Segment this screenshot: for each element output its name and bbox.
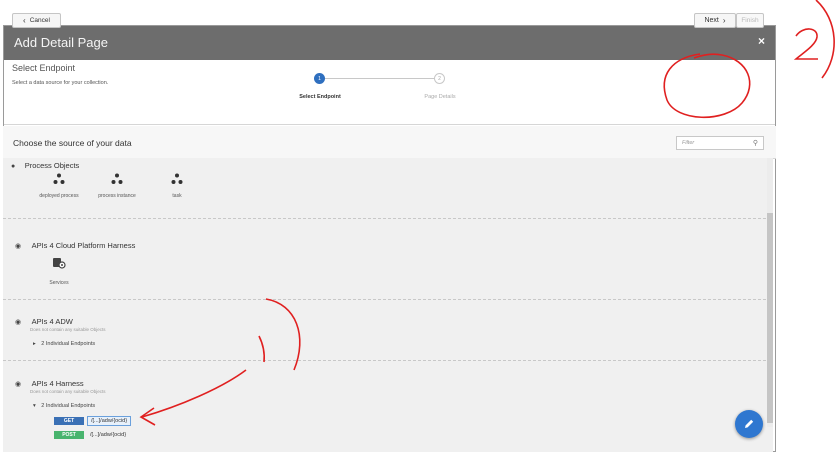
- process-icon: [171, 173, 183, 184]
- section-divider: [3, 360, 771, 361]
- method-badge-post: POST: [54, 431, 84, 439]
- section-title: APIs 4 Harness: [31, 379, 84, 388]
- dialog-titlebar: Add Detail Page ×: [4, 26, 775, 60]
- expand-arrow-icon[interactable]: ▸: [33, 341, 36, 347]
- eye-icon[interactable]: ◉: [15, 243, 21, 250]
- cancel-button[interactable]: ‹ Cancel: [12, 13, 61, 28]
- section-header-cloud-platform-harness[interactable]: ◉ APIs 4 Cloud Platform Harness: [15, 235, 135, 253]
- eye-icon[interactable]: ◉: [15, 319, 21, 326]
- dialog-title: Add Detail Page: [14, 35, 108, 50]
- source-header: Choose the source of your data: [3, 126, 776, 159]
- cancel-button-label: Cancel: [29, 17, 50, 24]
- endpoints-label: 2 Individual Endpoints: [41, 341, 96, 347]
- process-object-process-instance[interactable]: process instance: [97, 172, 137, 200]
- wizard-step-1-dot[interactable]: 1: [314, 73, 325, 84]
- annotation-two-paren: [815, 0, 835, 79]
- section-title: APIs 4 Cloud Platform Harness: [31, 241, 136, 250]
- process-object-deployed-process[interactable]: deployed process: [39, 172, 79, 200]
- next-button[interactable]: Next ›: [694, 13, 736, 28]
- collapse-arrow-icon[interactable]: ▾: [33, 403, 36, 409]
- screenshot-page: Add Detail Page × ‹ Cancel Next › Finish…: [0, 0, 840, 452]
- edit-fab-button[interactable]: [735, 410, 763, 438]
- step-title: Select Endpoint: [12, 63, 76, 73]
- annotation-two: [793, 28, 818, 60]
- endpoint-post-row[interactable]: POST /[...]/adw/{ocid}: [54, 431, 126, 439]
- service-object[interactable]: Services: [39, 256, 79, 287]
- process-objects-title: Process Objects: [24, 161, 80, 170]
- step-subtitle: Select a data source for your collection…: [12, 80, 109, 86]
- wizard-step-2-dot[interactable]: 2: [434, 73, 445, 84]
- finish-button[interactable]: Finish: [736, 13, 764, 28]
- process-object-label: process instance: [98, 193, 136, 199]
- method-badge-get: GET: [54, 417, 84, 425]
- endpoints-label: 2 Individual Endpoints: [41, 403, 96, 409]
- service-icon: [53, 258, 66, 269]
- source-heading: Choose the source of your data: [13, 138, 132, 148]
- filter-placeholder: Filter: [682, 140, 695, 146]
- service-label: Services: [49, 280, 69, 286]
- endpoint-path[interactable]: /[...]/adw/{ocid}: [90, 432, 126, 438]
- endpoints-toggle-harness[interactable]: ▾ 2 Individual Endpoints: [33, 403, 95, 409]
- wizard-train-line: [321, 78, 439, 79]
- next-button-label: Next: [704, 17, 719, 24]
- section-divider: [3, 218, 771, 219]
- section-note: Does not contain any suitable Objects: [30, 389, 106, 394]
- search-icon[interactable]: ⚲: [753, 139, 758, 147]
- pencil-icon: [745, 419, 754, 428]
- wizard-step-1-label: Select Endpoint: [299, 94, 341, 100]
- finish-button-label: Finish: [741, 17, 759, 24]
- endpoint-get-row[interactable]: GET /[...]/adw/{ocid}: [54, 416, 132, 426]
- process-object-label: deployed process: [39, 193, 79, 199]
- source-list[interactable]: ● Process Objects deployed process proce…: [3, 158, 773, 452]
- section-divider: [3, 299, 771, 300]
- close-icon[interactable]: ×: [758, 34, 765, 48]
- scrollbar-thumb[interactable]: [767, 213, 773, 423]
- section-note: Does not contain any suitable Objects: [30, 327, 106, 332]
- process-icon: [53, 173, 65, 184]
- wizard-step-2-label: Page Details: [424, 94, 456, 100]
- eye-icon: ●: [11, 163, 16, 170]
- wizard-bar: [4, 60, 775, 125]
- chevron-left-icon: ‹: [23, 16, 26, 25]
- endpoints-toggle-adw[interactable]: ▸ 2 Individual Endpoints: [33, 341, 95, 347]
- process-objects-header: ● Process Objects: [11, 158, 79, 173]
- eye-icon[interactable]: ◉: [15, 381, 21, 388]
- chevron-right-icon: ›: [722, 16, 726, 25]
- process-object-label: task: [172, 193, 182, 199]
- section-title: APIs 4 ADW: [31, 317, 73, 326]
- process-object-task[interactable]: task: [157, 172, 197, 200]
- process-icon: [111, 173, 123, 184]
- filter-input[interactable]: Filter ⚲: [676, 136, 764, 150]
- endpoint-path[interactable]: /[...]/adw/{ocid}: [87, 416, 132, 426]
